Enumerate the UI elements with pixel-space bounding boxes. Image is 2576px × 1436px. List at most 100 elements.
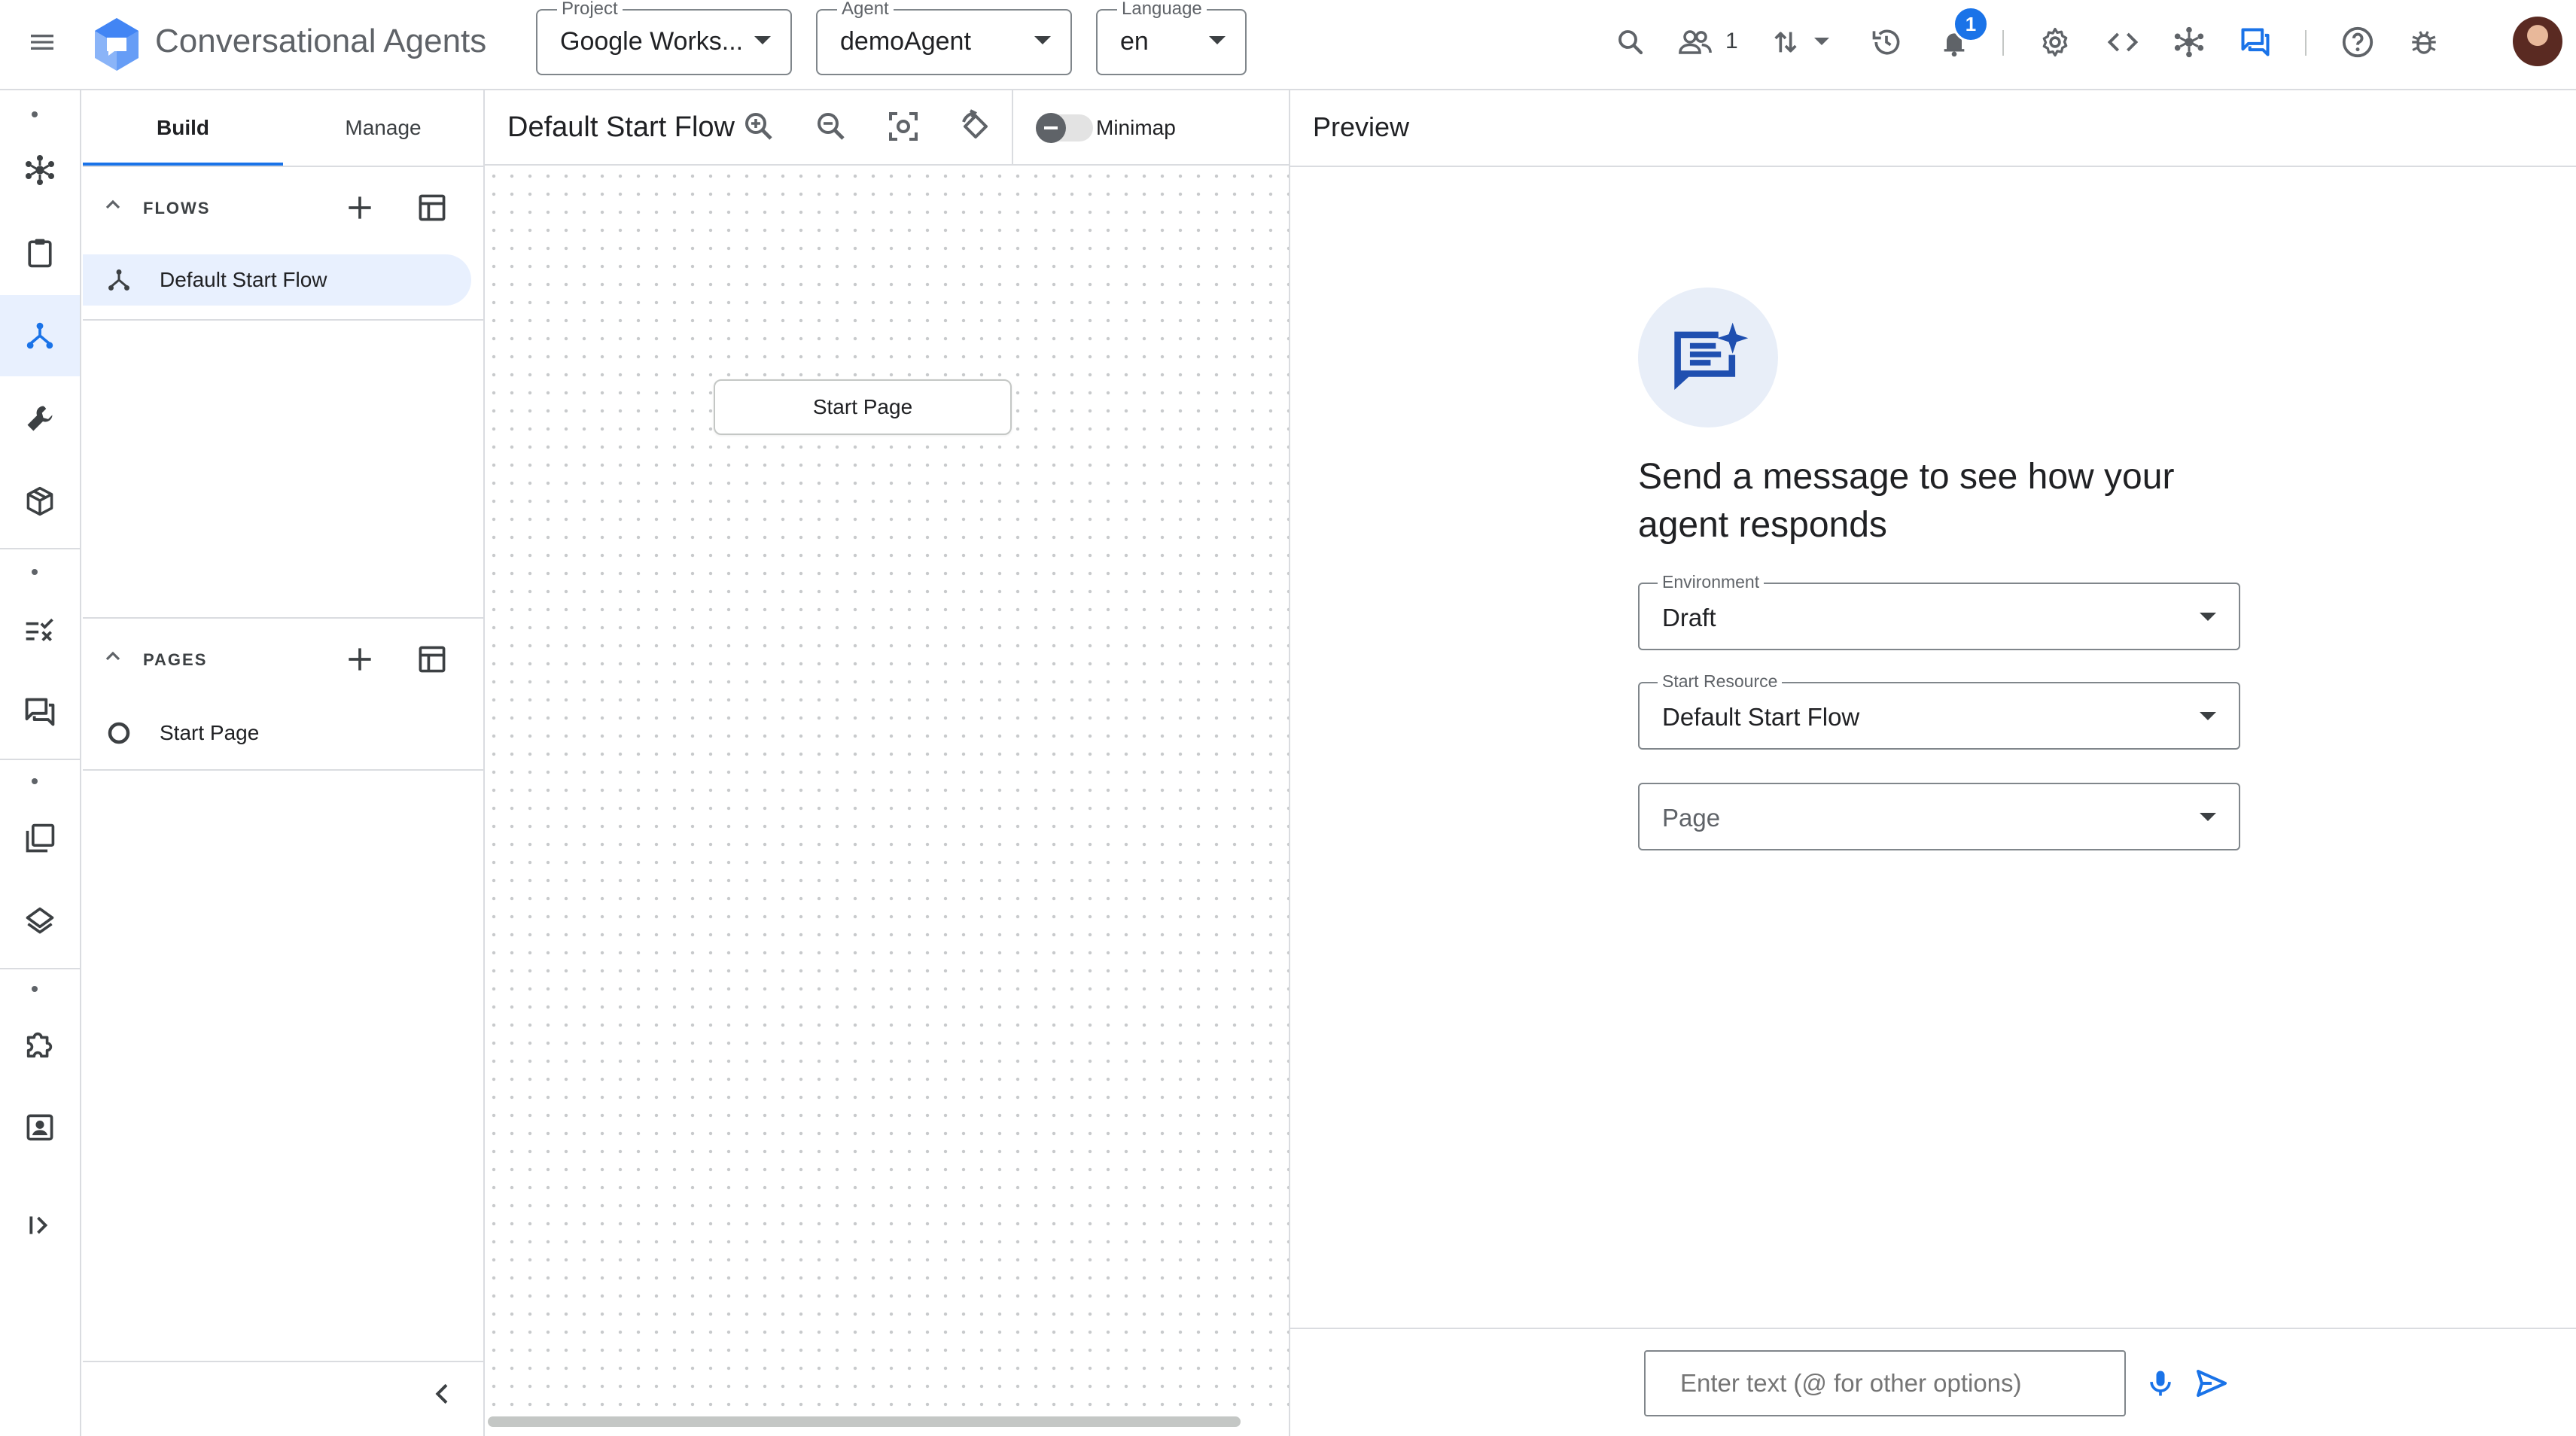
- wrench-icon[interactable]: [0, 378, 80, 459]
- start-page-node[interactable]: Start Page: [714, 379, 1012, 435]
- dropdown-arrow-icon[interactable]: [1814, 38, 1829, 45]
- toolbar-divider: [2002, 30, 2004, 56]
- dropdown-arrow-icon: [2200, 813, 2216, 821]
- dropdown-arrow-icon: [2200, 712, 2216, 720]
- page-placeholder: Page: [1662, 804, 1721, 832]
- preview-panel: Preview Send a message to see how your a…: [1290, 90, 2576, 1436]
- add-flow-icon[interactable]: [343, 191, 376, 224]
- canvas-title: Default Start Flow: [507, 111, 735, 143]
- section-divider: [83, 769, 483, 771]
- rail-divider: [0, 759, 80, 760]
- language-label: Language: [1117, 0, 1207, 20]
- hub-icon[interactable]: [2162, 15, 2216, 69]
- flow-tree-icon: [105, 266, 132, 294]
- toolbar-divider: [2305, 30, 2307, 56]
- panel-footer-divider: [83, 1361, 483, 1362]
- preview-header-divider: [1290, 166, 2576, 167]
- page-item-label: Start Page: [160, 721, 260, 744]
- bug-icon[interactable]: [2397, 15, 2451, 69]
- swap-vert-icon[interactable]: [1758, 15, 1813, 69]
- tabs-divider: [83, 166, 483, 167]
- table-view-icon[interactable]: [416, 643, 449, 676]
- dropdown-arrow-icon: [1034, 36, 1051, 44]
- rail-dot: [32, 111, 38, 117]
- flows-section-title: FLOWS: [143, 199, 211, 218]
- flow-item-default-start-flow[interactable]: Default Start Flow: [83, 254, 471, 306]
- rail-divider: [0, 548, 80, 549]
- flow-item-label: Default Start Flow: [160, 268, 327, 291]
- section-divider: [83, 617, 483, 619]
- flow-canvas-area: Default Start Flow Minimap Start Page: [485, 90, 1290, 1436]
- language-selector[interactable]: Language en: [1096, 0, 1247, 75]
- hero-illustration: [1638, 288, 1778, 427]
- contact-icon[interactable]: [0, 1087, 80, 1168]
- rail-dot: [32, 778, 38, 784]
- send-icon[interactable]: [2194, 1365, 2230, 1401]
- zoom-out-icon[interactable]: [813, 108, 849, 145]
- people-icon[interactable]: [1673, 15, 1718, 69]
- code-icon[interactable]: [2096, 15, 2150, 69]
- clipboard-icon[interactable]: [0, 212, 80, 294]
- zoom-in-icon[interactable]: [741, 108, 777, 145]
- horizontal-scrollbar[interactable]: [488, 1416, 1241, 1427]
- minimap-label: Minimap: [1096, 116, 1176, 139]
- forum-icon[interactable]: [0, 671, 80, 753]
- add-page-icon[interactable]: [343, 643, 376, 676]
- avatar[interactable]: [2513, 17, 2562, 66]
- rail-dot: [32, 986, 38, 992]
- package-icon[interactable]: [0, 461, 80, 542]
- history-icon[interactable]: [1859, 15, 1914, 69]
- search-icon[interactable]: [1603, 15, 1658, 69]
- environment-label: Environment: [1658, 572, 1765, 592]
- toolbar-divider: [1012, 90, 1013, 166]
- project-selector[interactable]: Project Google Works...: [536, 0, 792, 75]
- toggle-thumb: [1036, 113, 1066, 143]
- pages-collapse-icon[interactable]: [101, 644, 125, 668]
- settings-icon[interactable]: [2028, 15, 2082, 69]
- language-value: en: [1120, 27, 1149, 56]
- environment-value: Draft: [1662, 604, 1716, 631]
- top-app-bar: Conversational Agents Project Google Wor…: [0, 0, 2576, 90]
- page-circle-icon: [105, 720, 132, 747]
- expand-icon[interactable]: [0, 1185, 80, 1266]
- chat-icon[interactable]: [2228, 15, 2282, 69]
- flows-hub-icon[interactable]: [0, 129, 80, 211]
- checklist-icon[interactable]: [0, 589, 80, 670]
- environment-select[interactable]: Environment Draft: [1638, 572, 2240, 650]
- dropdown-arrow-icon: [2200, 613, 2216, 621]
- flow-tree-icon[interactable]: [0, 295, 80, 376]
- microphone-icon[interactable]: [2144, 1367, 2177, 1400]
- puzzle-icon[interactable]: [0, 1004, 80, 1085]
- table-view-icon[interactable]: [416, 191, 449, 224]
- flows-collapse-icon[interactable]: [101, 193, 125, 217]
- hero-message: Send a message to see how your agent res…: [1638, 457, 2175, 545]
- navigation-rail: [0, 90, 81, 1436]
- agent-selector[interactable]: Agent demoAgent: [816, 0, 1072, 75]
- page-select[interactable]: Page: [1638, 783, 2240, 850]
- collapse-panel-icon[interactable]: [428, 1379, 458, 1409]
- app-title: Conversational Agents: [155, 23, 487, 59]
- rail-dot: [32, 569, 38, 575]
- minimap-toggle[interactable]: [1036, 113, 1093, 143]
- fit-to-screen-icon[interactable]: [885, 108, 921, 145]
- layers-icon[interactable]: [0, 881, 80, 962]
- menu-icon[interactable]: [15, 15, 69, 69]
- pages-section-title: PAGES: [143, 650, 208, 669]
- section-divider: [83, 319, 483, 321]
- preview-title: Preview: [1313, 111, 1410, 142]
- chat-text-input[interactable]: [1644, 1350, 2126, 1416]
- flow-canvas-grid[interactable]: Start Page: [485, 167, 1289, 1416]
- notification-badge: 1: [1953, 6, 1989, 42]
- tab-manage[interactable]: Manage: [283, 90, 483, 166]
- reset-layout-icon[interactable]: [958, 108, 994, 145]
- logo-icon: [92, 17, 142, 72]
- start-resource-label: Start Resource: [1658, 671, 1783, 691]
- help-icon[interactable]: [2331, 15, 2385, 69]
- tab-build[interactable]: Build: [83, 90, 283, 166]
- agent-label: Agent: [837, 0, 894, 20]
- start-resource-select[interactable]: Start Resource Default Start Flow: [1638, 671, 2240, 750]
- page-item-start-page[interactable]: Start Page: [83, 707, 471, 759]
- library-icon[interactable]: [0, 798, 80, 879]
- rail-divider: [0, 968, 80, 969]
- project-label: Project: [557, 0, 623, 20]
